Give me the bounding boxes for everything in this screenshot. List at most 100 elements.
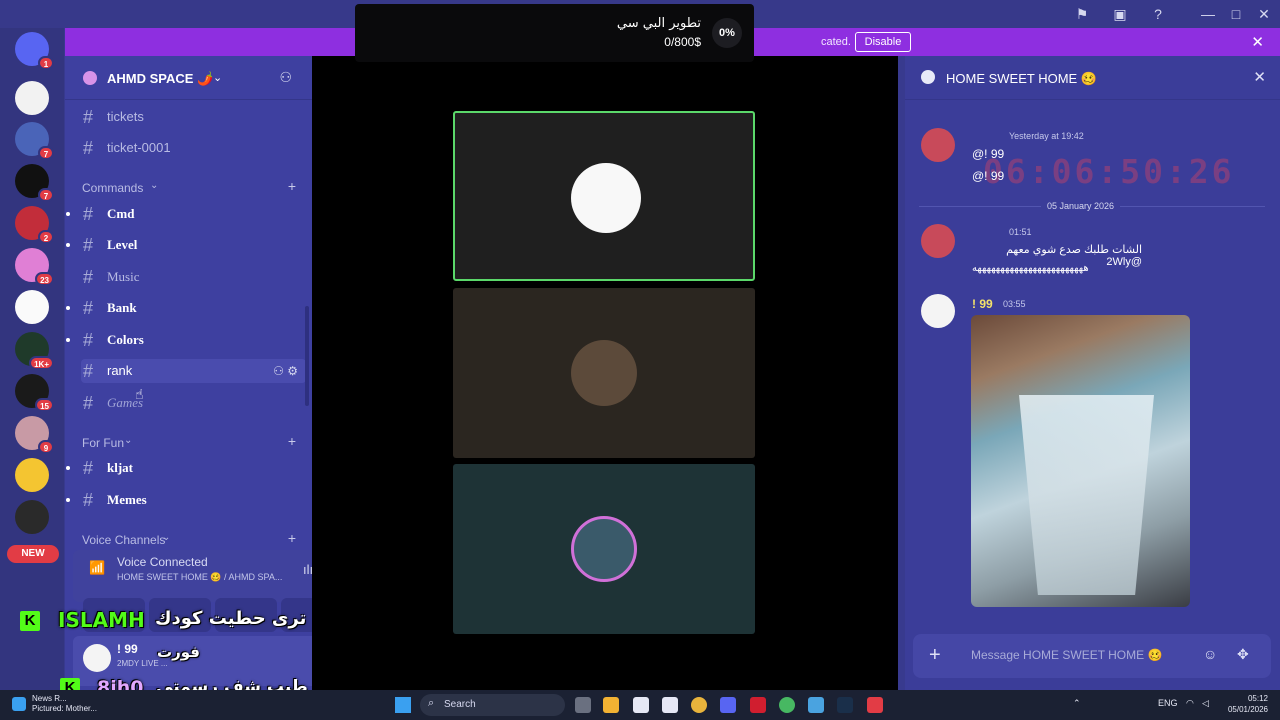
search-label: Search bbox=[444, 699, 476, 710]
participant-tile[interactable] bbox=[453, 288, 755, 458]
chrome-icon[interactable] bbox=[691, 697, 707, 713]
unread-dot bbox=[66, 466, 70, 470]
chevron-down-icon: ⌄ bbox=[150, 180, 159, 191]
server-icon[interactable]: 15 bbox=[15, 374, 54, 412]
server-icon[interactable] bbox=[15, 458, 49, 492]
channel-games[interactable]: # Games bbox=[81, 391, 306, 415]
avatar[interactable] bbox=[921, 128, 955, 162]
close-icon[interactable]: ✕ bbox=[1251, 33, 1264, 51]
chat-header: HOME SWEET HOME 🥴 ✕ bbox=[905, 56, 1280, 100]
maximize-icon[interactable]: □ bbox=[1225, 4, 1247, 24]
avatar[interactable] bbox=[83, 644, 111, 672]
tray-chevron-icon[interactable]: ⌃ bbox=[1073, 698, 1081, 709]
message-author[interactable]: ! 99 bbox=[972, 297, 993, 311]
message-image[interactable] bbox=[971, 315, 1190, 607]
language-indicator[interactable]: ENG bbox=[1158, 698, 1178, 708]
channel-cmd[interactable]: # Cmd bbox=[66, 202, 306, 226]
app-icon[interactable] bbox=[750, 697, 766, 713]
participant-tile-speaking[interactable] bbox=[453, 111, 755, 281]
channel-bank[interactable]: # Bank bbox=[66, 296, 306, 320]
unread-badge: 2 bbox=[38, 230, 54, 244]
server-icon[interactable]: 1K+ bbox=[15, 332, 54, 370]
message-input[interactable]: Message HOME SWEET HOME 🥴 bbox=[971, 648, 1162, 662]
channel-memes[interactable]: # Memes bbox=[66, 488, 306, 512]
news-title: News R... bbox=[32, 694, 67, 703]
obs-icon[interactable] bbox=[662, 697, 678, 713]
apps-icon[interactable]: ✥ bbox=[1237, 646, 1249, 663]
voice-channel[interactable]: HOME SWEET HOME 🥴 / AHMD SPA... bbox=[117, 572, 282, 583]
screen-icon[interactable]: ▣ bbox=[1109, 4, 1131, 24]
avatar[interactable] bbox=[921, 224, 955, 258]
volume-icon[interactable]: ◁ bbox=[1202, 698, 1209, 709]
hash-icon: # bbox=[83, 107, 94, 127]
server-icon[interactable]: 2 bbox=[15, 206, 54, 244]
news-widget-icon[interactable] bbox=[12, 697, 26, 711]
channel-kljat[interactable]: # kljat bbox=[66, 456, 306, 480]
avatar[interactable] bbox=[921, 294, 955, 328]
discord-icon[interactable] bbox=[720, 697, 736, 713]
inbox-icon[interactable]: ⚑ bbox=[1071, 4, 1093, 24]
close-icon[interactable]: ✕ bbox=[1253, 68, 1266, 86]
news-widget[interactable]: News R... Pictured: Mother... bbox=[32, 694, 97, 714]
channel-ticket-0001[interactable]: # ticket-0001 bbox=[81, 136, 306, 160]
server-icon[interactable]: 23 bbox=[15, 248, 54, 286]
unread-badge: 15 bbox=[35, 398, 54, 412]
chat-panel: HOME SWEET HOME 🥴 ✕ 06:06:50:26 Yesterda… bbox=[905, 56, 1280, 690]
app-icon[interactable] bbox=[808, 697, 824, 713]
task-view-icon[interactable] bbox=[575, 697, 591, 713]
invite-icon[interactable]: ⚇ bbox=[279, 69, 292, 86]
server-icon[interactable]: 9 bbox=[15, 416, 54, 454]
app-icon[interactable] bbox=[779, 697, 795, 713]
guild-header[interactable]: AHMD SPACE 🌶️ ⌄ ⚇ bbox=[65, 56, 312, 100]
voice-status[interactable]: Voice Connected bbox=[117, 555, 208, 569]
hash-icon: # bbox=[83, 267, 94, 287]
hash-icon: # bbox=[83, 330, 94, 350]
disable-button[interactable]: Disable bbox=[855, 32, 911, 52]
guild-name: AHMD SPACE 🌶️ bbox=[107, 71, 214, 86]
wifi-icon[interactable]: ◠ bbox=[1186, 698, 1194, 709]
close-window-icon[interactable]: ✕ bbox=[1253, 4, 1275, 24]
steam-icon[interactable] bbox=[837, 697, 853, 713]
channel-label: Bank bbox=[107, 300, 137, 315]
participant-tile[interactable] bbox=[453, 464, 755, 634]
unread-dot bbox=[66, 243, 70, 247]
windows-start-icon[interactable] bbox=[395, 697, 411, 713]
hash-icon: # bbox=[83, 204, 94, 224]
emoji-icon[interactable]: ☺ bbox=[1203, 646, 1217, 662]
search-box[interactable]: ⌕ Search bbox=[420, 694, 565, 716]
sidebar-scrollbar[interactable] bbox=[305, 306, 309, 406]
add-channel-icon[interactable]: + bbox=[288, 433, 296, 449]
app-icon[interactable] bbox=[633, 697, 649, 713]
channel-music[interactable]: # Music bbox=[81, 265, 306, 289]
channel-level[interactable]: # Level bbox=[66, 233, 306, 257]
hash-icon: # bbox=[83, 393, 94, 413]
help-icon[interactable]: ? bbox=[1147, 4, 1169, 24]
channel-rank[interactable]: # rank ⚇ ⚙ bbox=[81, 359, 306, 383]
file-explorer-icon[interactable] bbox=[603, 697, 619, 713]
channel-tickets[interactable]: # tickets bbox=[81, 105, 306, 129]
system-clock[interactable]: 05:12 05/01/2026 bbox=[1222, 693, 1268, 715]
category-voice[interactable]: Voice Channels bbox=[82, 533, 165, 547]
minimize-icon[interactable]: — bbox=[1197, 4, 1219, 24]
clock-time: 05:12 bbox=[1247, 694, 1268, 703]
home-button[interactable]: 1 bbox=[15, 32, 54, 70]
server-icon[interactable]: 7 bbox=[15, 164, 54, 202]
server-icon[interactable] bbox=[15, 500, 49, 534]
caption-text: فورت bbox=[157, 643, 200, 661]
server-icon[interactable] bbox=[15, 290, 49, 324]
server-icon[interactable]: 7 bbox=[15, 122, 54, 160]
server-icon[interactable] bbox=[15, 81, 49, 115]
chevron-down-icon[interactable]: ⌄ bbox=[213, 71, 222, 84]
server-rail: 1 7 7 2 23 1K+ 15 9 NEW bbox=[0, 28, 64, 690]
new-badge[interactable]: NEW bbox=[7, 545, 59, 563]
category-commands[interactable]: Commands bbox=[82, 181, 143, 195]
category-for-fun[interactable]: For Fun bbox=[82, 436, 124, 450]
add-channel-icon[interactable]: + bbox=[288, 530, 296, 546]
channel-colors[interactable]: # Colors bbox=[66, 328, 306, 352]
channel-settings-icons[interactable]: ⚇ ⚙ bbox=[273, 359, 298, 383]
add-channel-icon[interactable]: + bbox=[288, 178, 296, 194]
app-icon[interactable] bbox=[867, 697, 883, 713]
message-text: ههههههههههههههههههههههههه bbox=[972, 263, 1089, 274]
add-attachment-icon[interactable]: + bbox=[929, 644, 941, 667]
message-composer[interactable]: + Message HOME SWEET HOME 🥴 ☺ ✥ bbox=[913, 634, 1271, 678]
